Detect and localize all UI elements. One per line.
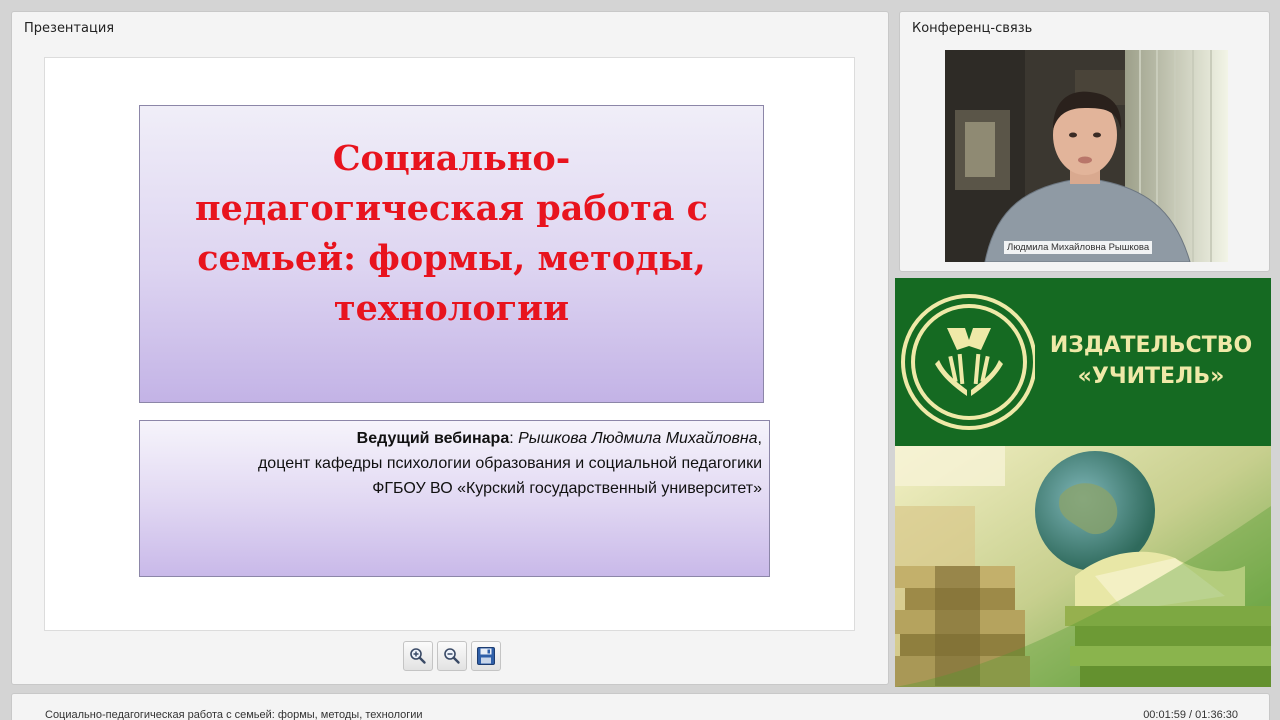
playback-time: 00:01:59 / 01:36:30 xyxy=(1143,709,1238,720)
presentation-toolbar xyxy=(403,641,501,671)
webcam-video: Людмила Михайловна Рышкова xyxy=(945,50,1228,262)
zoom-out-button[interactable] xyxy=(437,641,467,671)
presentation-panel-title: Презентация xyxy=(24,21,115,36)
save-icon xyxy=(477,647,495,665)
presentation-slide: Социально-педагогическая работа с семьей… xyxy=(44,57,855,631)
conference-panel-title: Конференц-связь xyxy=(912,21,1033,36)
host-name: Рышкова Людмила Михайловна xyxy=(518,430,758,447)
host-line: Ведущий вебинара: Рышкова Людмила Михайл… xyxy=(140,426,762,451)
status-bar: Социально-педагогическая работа с семьей… xyxy=(11,693,1270,720)
books-globe-illustration xyxy=(895,446,1271,687)
zoom-in-button[interactable] xyxy=(403,641,433,671)
host-position: доцент кафедры психологии образования и … xyxy=(257,455,762,472)
publisher-name-line1: ИЗДАТЕЛЬСТВО xyxy=(1049,333,1253,358)
publisher-logo-icon xyxy=(901,294,1035,430)
host-comma: , xyxy=(757,430,762,447)
host-label: Ведущий вебинара xyxy=(356,430,510,447)
zoom-in-icon xyxy=(410,648,426,664)
publisher-header: ИЗДАТЕЛЬСТВО «УЧИТЕЛЬ» xyxy=(895,278,1271,446)
save-button[interactable] xyxy=(471,641,501,671)
host-separator: : xyxy=(509,430,519,447)
slide-host-info: Ведущий вебинара: Рышкова Людмила Михайл… xyxy=(139,420,770,577)
host-university: ФГБОУ ВО «Курский государственный универ… xyxy=(372,480,762,497)
slide-title-box: Социально-педагогическая работа с семьей… xyxy=(139,105,764,403)
books-globe-image xyxy=(895,446,1271,687)
presentation-panel: Презентация Социально-педагогическая раб… xyxy=(11,11,889,685)
advertisement-banner[interactable]: ИЗДАТЕЛЬСТВО «УЧИТЕЛЬ» xyxy=(895,278,1271,687)
slide-title: Социально-педагогическая работа с семьей… xyxy=(195,138,708,329)
publisher-name-line2: «УЧИТЕЛЬ» xyxy=(1077,364,1225,389)
conference-panel: Конференц-связь Людмила Михайловна Рышко… xyxy=(899,11,1270,272)
webcam-image xyxy=(945,50,1228,262)
zoom-out-icon xyxy=(444,648,460,664)
status-webinar-title: Социально-педагогическая работа с семьей… xyxy=(45,709,423,720)
video-caption: Людмила Михайловна Рышкова xyxy=(1004,241,1153,254)
publisher-name: ИЗДАТЕЛЬСТВО «УЧИТЕЛЬ» xyxy=(1031,330,1271,392)
